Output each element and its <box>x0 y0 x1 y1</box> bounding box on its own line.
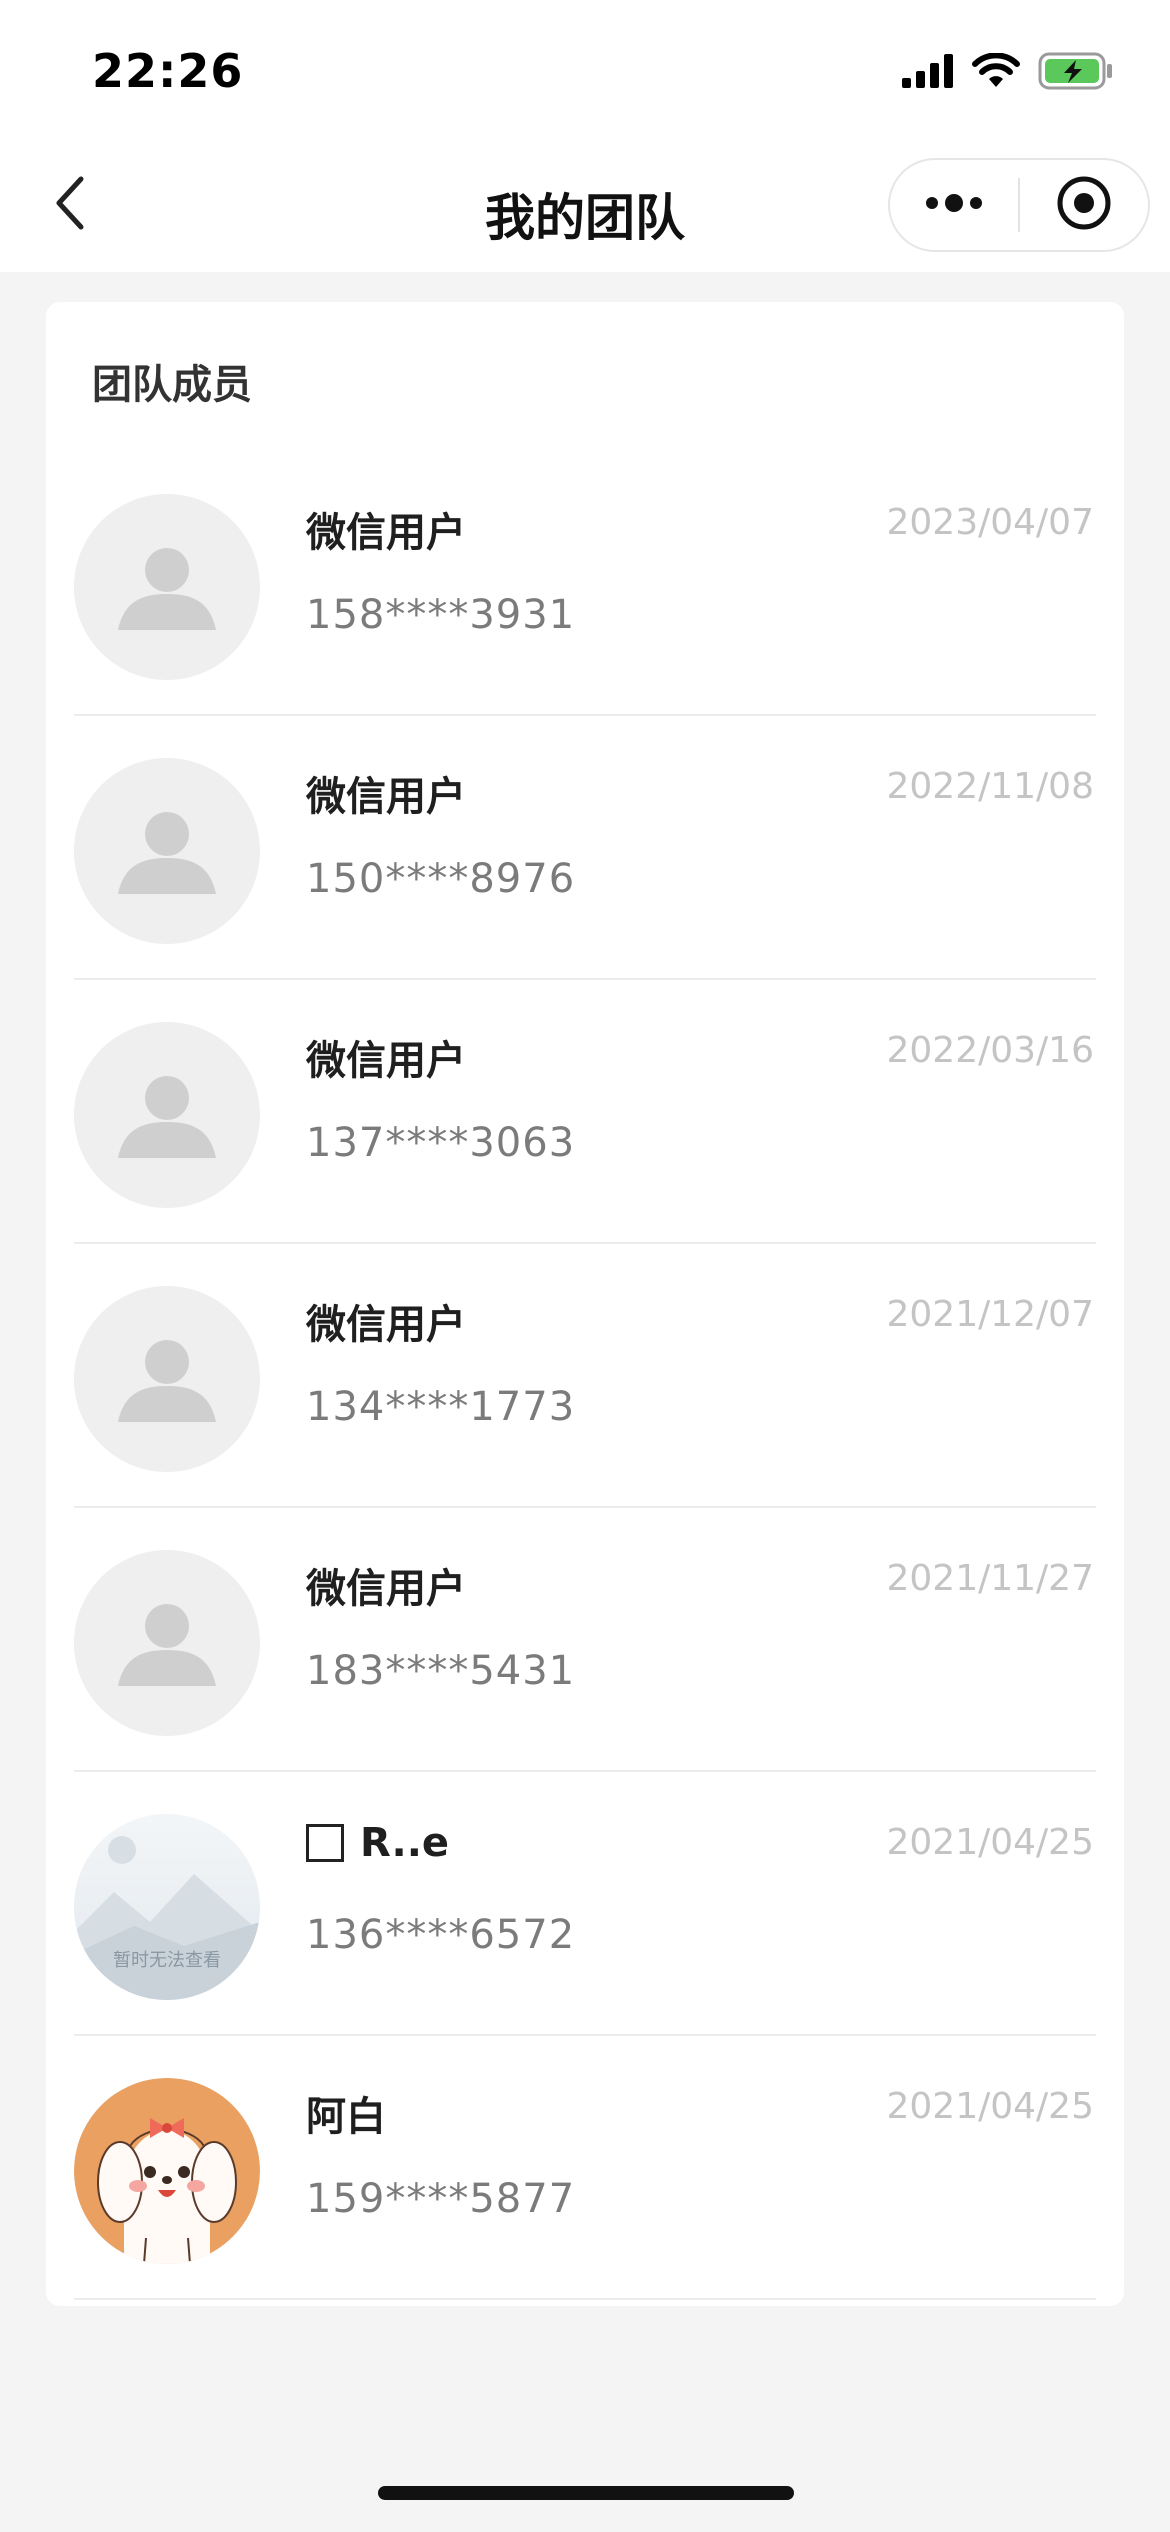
member-row[interactable]: 阿白 159****5877 2021/04/25 <box>46 2036 1124 2300</box>
row-divider <box>74 2298 1096 2300</box>
default-avatar-icon <box>74 1286 260 1472</box>
member-join-date: 2021/11/27 <box>886 1558 1095 1599</box>
member-join-date: 2021/04/25 <box>886 1822 1095 1863</box>
member-row[interactable]: 暂时无法查看 R..e 136****6572 2021/04/25 <box>46 1772 1124 2036</box>
member-row[interactable]: 微信用户 134****1773 2021/12/07 <box>46 1244 1124 1508</box>
default-avatar-icon <box>74 1550 260 1736</box>
cartoon-dog-avatar <box>74 2078 260 2264</box>
member-phone: 137****3063 <box>306 1120 576 1166</box>
member-row[interactable]: 微信用户 183****5431 2021/11/27 <box>46 1508 1124 1772</box>
member-name: R..e <box>306 1820 449 1866</box>
member-join-date: 2022/03/16 <box>886 1030 1095 1071</box>
member-name: 微信用户 <box>306 1038 466 1084</box>
status-time: 22:26 <box>92 44 244 98</box>
home-indicator <box>378 2486 794 2500</box>
image-unavailable-icon: 暂时无法查看 <box>74 1814 260 2000</box>
member-row[interactable]: 微信用户 158****3931 2023/04/07 <box>46 452 1124 716</box>
target-circle-icon <box>1056 175 1112 235</box>
default-avatar-icon <box>74 758 260 944</box>
close-program-button[interactable] <box>1020 160 1148 250</box>
default-avatar-icon <box>74 494 260 680</box>
member-phone: 159****5877 <box>306 2176 576 2222</box>
status-icons <box>902 50 1114 96</box>
member-name: 微信用户 <box>306 1566 466 1612</box>
member-phone: 150****8976 <box>306 856 576 902</box>
member-name: 微信用户 <box>306 510 466 556</box>
member-phone: 134****1773 <box>306 1384 576 1430</box>
member-name: 微信用户 <box>306 774 466 820</box>
member-name: 阿白 <box>306 2094 386 2140</box>
signal-icon <box>902 54 954 92</box>
default-avatar-icon <box>74 1022 260 1208</box>
square-glyph-icon <box>306 1824 344 1862</box>
member-join-date: 2023/04/07 <box>886 502 1095 543</box>
member-join-date: 2021/04/25 <box>886 2086 1095 2127</box>
top-bar: 22:26 我的团队 <box>0 0 1170 272</box>
wifi-icon <box>972 52 1020 93</box>
team-members-card: 团队成员 微信用户 158****3931 2023/04/07 微信用户 15… <box>46 302 1124 2306</box>
member-join-date: 2022/11/08 <box>886 766 1095 807</box>
more-dots-icon <box>924 193 984 217</box>
more-button[interactable] <box>890 160 1018 250</box>
member-name: 微信用户 <box>306 1302 466 1348</box>
member-phone: 136****6572 <box>306 1912 576 1958</box>
mini-program-capsule <box>888 158 1150 252</box>
battery-charging-icon <box>1038 52 1114 94</box>
member-row[interactable]: 微信用户 137****3063 2022/03/16 <box>46 980 1124 1244</box>
member-phone: 183****5431 <box>306 1648 576 1694</box>
section-title: 团队成员 <box>92 362 252 408</box>
member-phone: 158****3931 <box>306 592 576 638</box>
member-row[interactable]: 微信用户 150****8976 2022/11/08 <box>46 716 1124 980</box>
avatar-caption: 暂时无法查看 <box>113 1950 221 1971</box>
member-join-date: 2021/12/07 <box>886 1294 1095 1335</box>
